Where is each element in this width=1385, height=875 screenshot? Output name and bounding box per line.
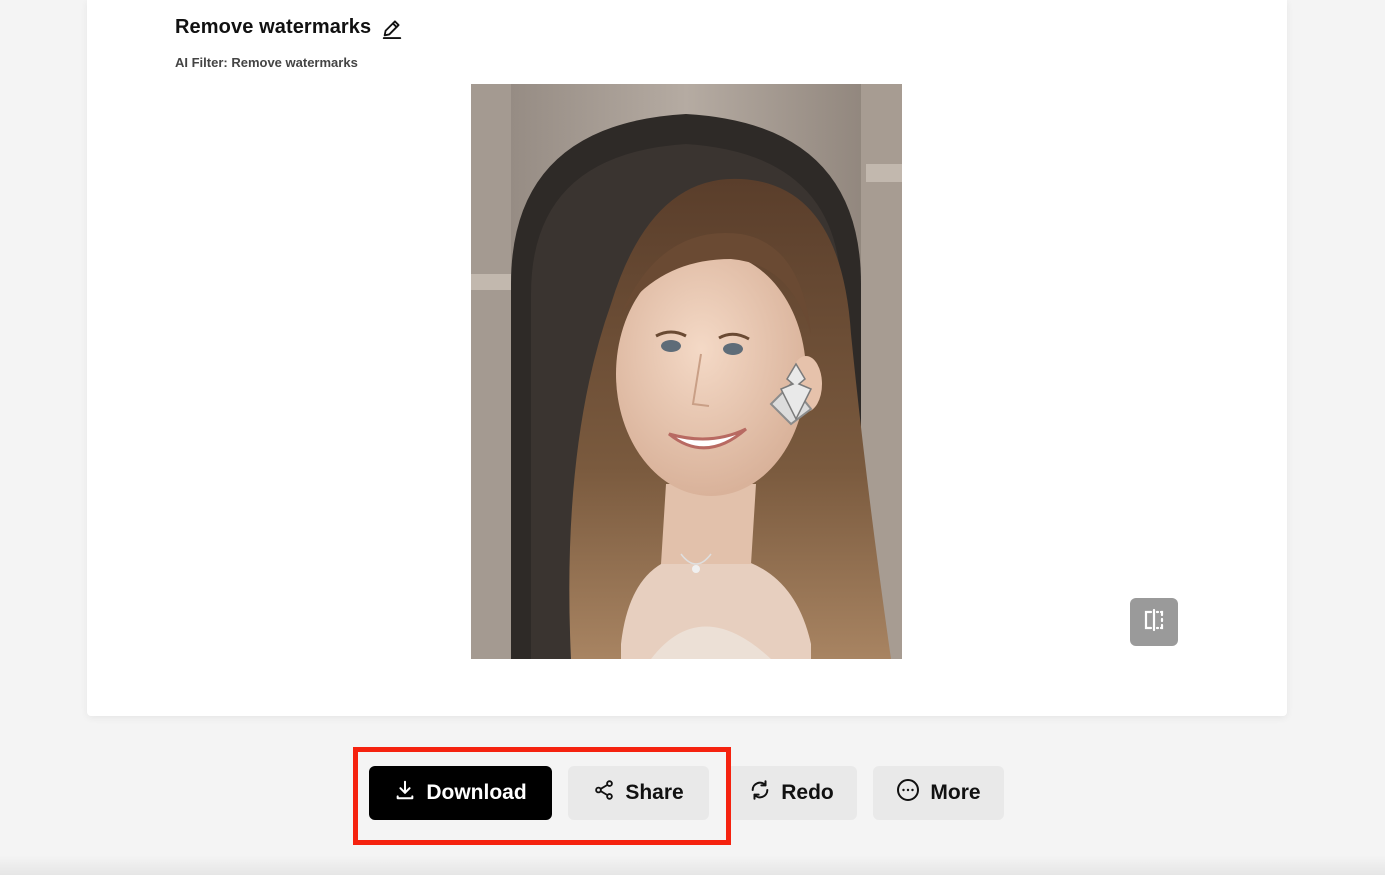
- bottom-shadow: [0, 855, 1385, 875]
- redo-button[interactable]: Redo: [726, 766, 857, 820]
- pencil-icon[interactable]: [381, 17, 403, 39]
- redo-icon: [749, 779, 771, 807]
- download-icon: [394, 779, 416, 807]
- title-row: Remove watermarks: [175, 16, 403, 39]
- result-image: [471, 84, 902, 659]
- more-icon: [896, 778, 920, 808]
- action-bar: Download Share Redo More: [0, 766, 1385, 820]
- page-title: Remove watermarks: [175, 16, 372, 38]
- download-button[interactable]: Download: [369, 766, 552, 820]
- share-icon: [593, 779, 615, 807]
- more-label: More: [930, 781, 981, 804]
- result-card: Remove watermarks AI Filter: Remove wate…: [87, 0, 1287, 716]
- redo-label: Redo: [781, 781, 834, 804]
- compare-split-icon: [1141, 607, 1167, 638]
- filter-subtitle: AI Filter: Remove watermarks: [175, 55, 358, 70]
- more-button[interactable]: More: [873, 766, 1004, 820]
- download-label: Download: [426, 781, 527, 804]
- compare-button[interactable]: [1130, 598, 1178, 646]
- share-button[interactable]: Share: [568, 766, 709, 820]
- share-label: Share: [625, 781, 684, 804]
